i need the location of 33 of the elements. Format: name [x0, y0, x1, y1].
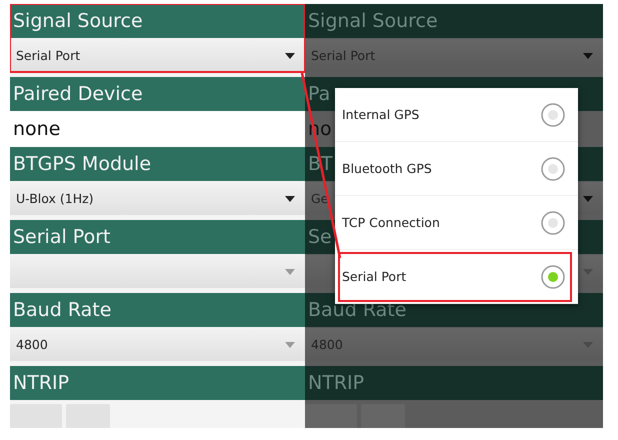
caret-icon — [285, 268, 295, 274]
section-header: Signal Source — [10, 4, 305, 38]
dialog-option[interactable]: Serial Port — [335, 250, 578, 304]
button[interactable] — [305, 404, 357, 428]
caret-icon — [583, 342, 593, 348]
button[interactable] — [66, 404, 110, 428]
section-header: NTRIP — [10, 366, 305, 400]
dropdown[interactable]: 4800 — [10, 328, 305, 361]
section-header: NTRIP — [305, 366, 603, 400]
radio-button[interactable] — [540, 156, 566, 182]
radio-button[interactable] — [540, 210, 566, 236]
section-header: Signal Source — [305, 4, 603, 38]
caret-icon — [583, 52, 593, 58]
caret-icon — [285, 196, 295, 202]
caret-icon — [285, 342, 295, 348]
caret-icon — [583, 268, 593, 274]
caret-icon — [285, 52, 295, 58]
button[interactable] — [10, 404, 62, 428]
dialog-option[interactable]: Internal GPS — [335, 88, 578, 142]
dialog-option[interactable]: Bluetooth GPS — [335, 142, 578, 196]
button[interactable] — [361, 404, 405, 428]
section-header: BTGPS Module — [10, 147, 305, 181]
dialog-option[interactable]: TCP Connection — [335, 196, 578, 250]
section-header: Serial Port — [10, 220, 305, 254]
radio-button[interactable] — [540, 264, 566, 290]
dropdown[interactable]: Serial Port — [10, 39, 305, 72]
caret-icon — [583, 196, 593, 202]
dropdown[interactable] — [10, 255, 305, 288]
section-header: Paired Device — [10, 77, 305, 111]
dropdown[interactable]: U-Blox (1Hz) — [10, 182, 305, 215]
value-text: none — [10, 111, 305, 147]
section-header: Baud Rate — [10, 293, 305, 327]
radio-button[interactable] — [540, 102, 566, 128]
